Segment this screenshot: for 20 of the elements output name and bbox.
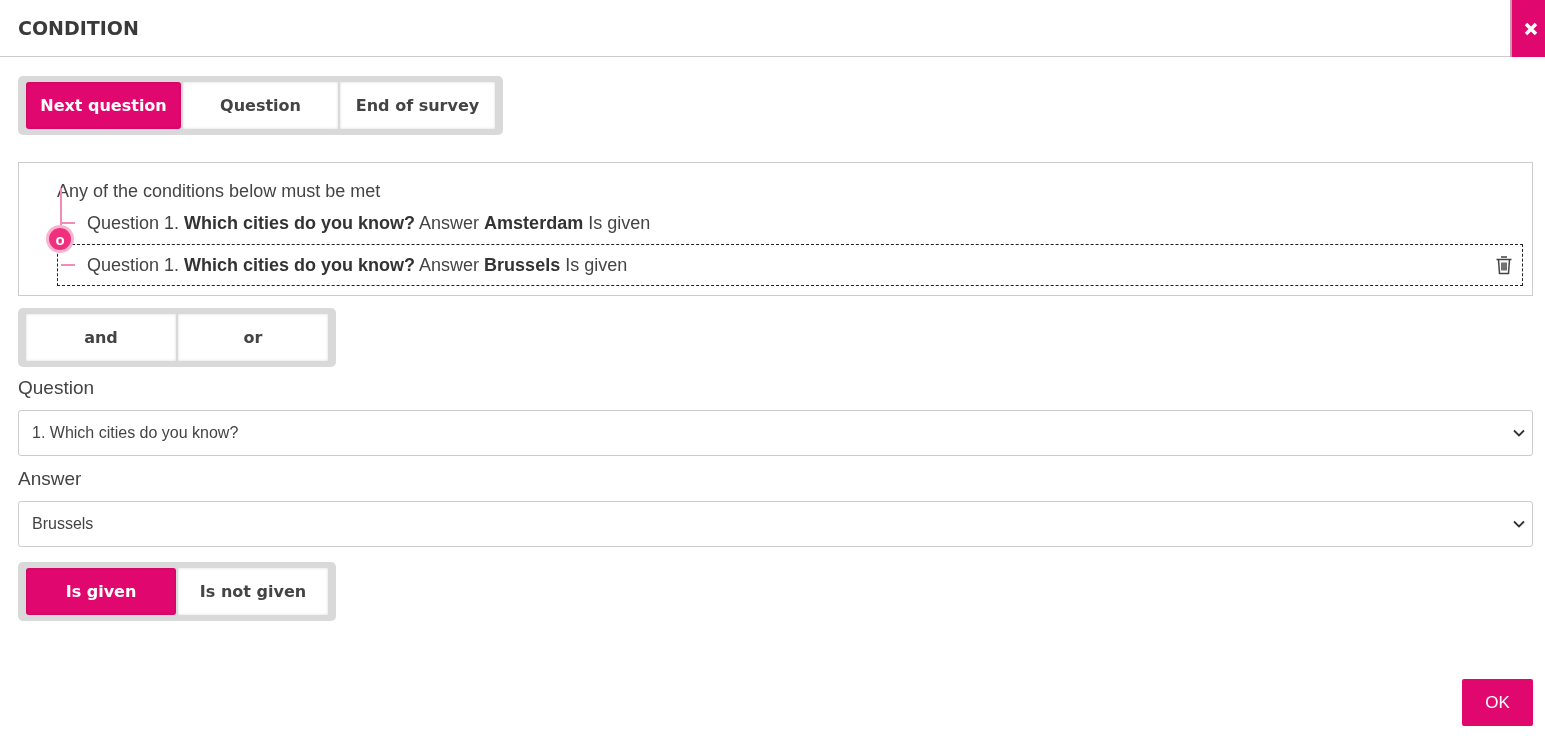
condition-row[interactable]: Question 1. Which cities do you know? Answer Brussels Is given bbox=[57, 244, 1523, 286]
dropdown-field[interactable]: 1. Which cities do you know? bbox=[18, 410, 1533, 456]
close-icon bbox=[1524, 21, 1538, 36]
toggle-option[interactable]: Next question bbox=[26, 82, 181, 129]
dropdown-field[interactable]: Brussels bbox=[18, 501, 1533, 547]
toggle-option[interactable]: Question bbox=[183, 82, 338, 129]
toggle-option[interactable]: Is not given bbox=[178, 568, 328, 615]
field-label: Answer bbox=[18, 468, 82, 490]
condition-text: Question 1. Which cities do you know? Answer Amsterdam Is given bbox=[87, 212, 651, 234]
close-button[interactable] bbox=[1510, 0, 1545, 57]
ok-button[interactable]: OK bbox=[1462, 679, 1533, 726]
field-label: Question bbox=[18, 377, 95, 399]
toggle-option[interactable]: End of survey bbox=[340, 82, 495, 129]
operator-badge: o bbox=[49, 228, 71, 250]
dialog-title: CONDITION bbox=[18, 17, 139, 39]
toggle-option[interactable]: and bbox=[26, 314, 176, 361]
toggle-option[interactable]: Is given bbox=[26, 568, 176, 615]
toggle-option[interactable]: or bbox=[178, 314, 328, 361]
condition-text: Question 1. Which cities do you know? Answer Brussels Is given bbox=[87, 254, 628, 276]
trash-icon[interactable] bbox=[1495, 255, 1513, 275]
